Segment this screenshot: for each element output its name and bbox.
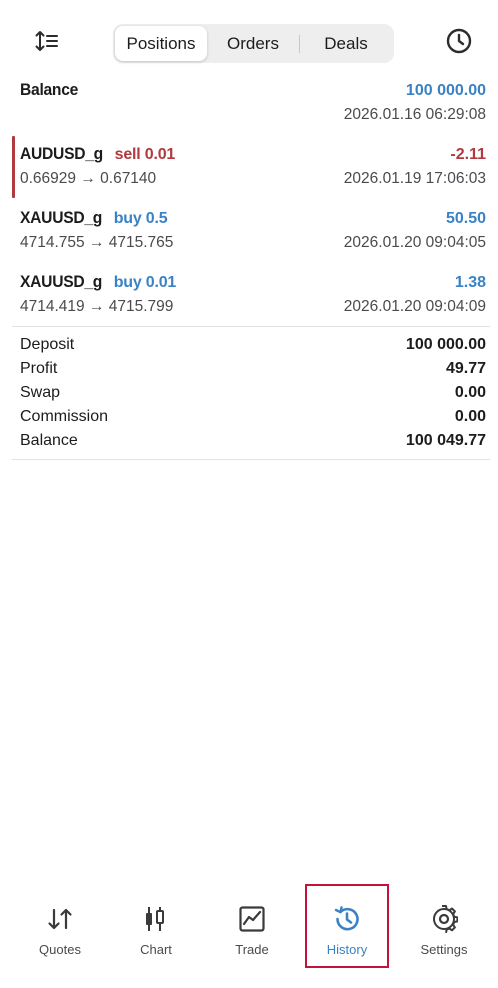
- summary-value: 0.00: [454, 408, 486, 425]
- sort-icon: [35, 30, 59, 57]
- deal-side: buy 0.01: [113, 274, 177, 291]
- summary-value: 0.00: [454, 384, 486, 401]
- summary-row-profit: Profit 49.77: [20, 360, 486, 378]
- deal-prices: 4714.419 → 4715.799: [20, 298, 174, 315]
- summary-label: Deposit: [20, 336, 75, 353]
- history-period-button[interactable]: [442, 26, 476, 60]
- summary-label: Commission: [20, 408, 109, 425]
- summary-label: Balance: [20, 432, 78, 449]
- nav-chart-label: Chart: [140, 942, 172, 957]
- tab-deals[interactable]: Deals: [300, 26, 392, 61]
- summary-row-swap: Swap 0.00: [20, 384, 486, 402]
- deal-prices: 0.66929 → 0.67140: [20, 170, 157, 187]
- nav-trade-label: Trade: [235, 942, 269, 957]
- nav-history[interactable]: History: [305, 884, 389, 968]
- deal-symbol: XAUUSD_g: [20, 208, 103, 227]
- deal-profit: -2.11: [450, 146, 486, 163]
- summary-row-deposit: Deposit 100 000.00: [20, 336, 486, 354]
- deal-side: buy 0.5: [113, 210, 168, 227]
- sort-button[interactable]: [30, 27, 64, 59]
- summary-row-commission: Commission 0.00: [20, 408, 486, 426]
- balance-amount: 100 000.00: [405, 82, 486, 99]
- deal-profit: 50.50: [445, 210, 486, 227]
- summary-divider: [12, 459, 490, 460]
- chart-icon: [141, 904, 171, 934]
- summary-row-balance: Balance 100 049.77: [20, 432, 486, 450]
- deal-row[interactable]: XAUUSD_g buy 0.5 50.50 4714.755 → 4715.7…: [0, 206, 498, 258]
- history-icon: [332, 904, 362, 934]
- nav-settings[interactable]: Settings: [404, 886, 484, 966]
- tab-positions-label: Positions: [126, 33, 196, 53]
- summary-value: 100 000.00: [405, 336, 486, 353]
- nav-chart[interactable]: Chart: [116, 886, 196, 966]
- quotes-icon: [45, 904, 75, 934]
- tab-positions[interactable]: Positions: [115, 26, 207, 61]
- summary-value: 100 049.77: [405, 432, 486, 449]
- trade-icon: [237, 904, 267, 934]
- deal-prices: 4714.755 → 4715.765: [20, 234, 174, 251]
- summary-label: Profit: [20, 360, 58, 377]
- list-divider: [12, 326, 490, 327]
- bottom-navigation: Quotes Chart Trade History Settings: [0, 884, 498, 968]
- summary-value: 49.77: [445, 360, 486, 377]
- tab-orders[interactable]: Orders: [207, 26, 299, 61]
- deal-symbol: XAUUSD_g: [20, 272, 103, 291]
- clock-icon: [445, 27, 473, 60]
- deal-time: 2026.01.19 17:06:03: [343, 170, 486, 187]
- deal-time: 2026.01.20 09:04:05: [343, 234, 486, 251]
- deal-profit: 1.38: [454, 274, 486, 291]
- nav-settings-label: Settings: [420, 942, 468, 957]
- deal-side: sell 0.01: [114, 146, 176, 163]
- deal-row[interactable]: XAUUSD_g buy 0.01 1.38 4714.419 → 4715.7…: [0, 270, 498, 322]
- nav-trade[interactable]: Trade: [212, 886, 292, 966]
- summary-label: Swap: [20, 384, 61, 401]
- settings-icon: [429, 904, 459, 934]
- nav-quotes[interactable]: Quotes: [20, 886, 100, 966]
- nav-quotes-label: Quotes: [39, 942, 81, 957]
- deal-time: 2026.01.20 09:04:09: [343, 298, 486, 315]
- deal-row[interactable]: AUDUSD_g sell 0.01 -2.11 0.66929 → 0.671…: [0, 142, 498, 194]
- top-bar: Positions Orders Deals: [0, 0, 498, 80]
- positions-orders-deals-segmented-control: Positions Orders Deals: [113, 24, 394, 63]
- balance-entry[interactable]: Balance 100 000.00 2026.01.16 06:29:08: [0, 78, 498, 130]
- tab-deals-label: Deals: [324, 33, 368, 53]
- balance-time: 2026.01.16 06:29:08: [343, 106, 486, 123]
- balance-title: Balance: [20, 80, 79, 99]
- tab-orders-label: Orders: [227, 33, 279, 53]
- deal-symbol: AUDUSD_g: [20, 144, 103, 163]
- nav-history-label: History: [326, 942, 368, 957]
